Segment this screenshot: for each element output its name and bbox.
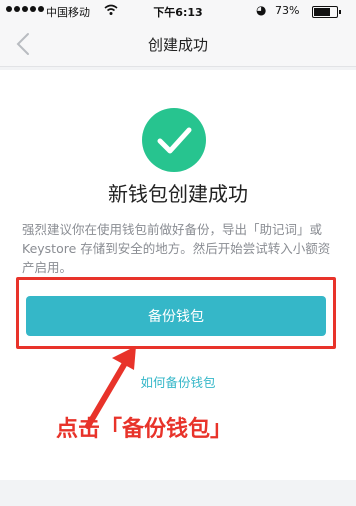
rotation-lock-icon: ◕ (256, 3, 267, 17)
battery-percentage: 73% (275, 4, 300, 17)
backup-advice-text: 强烈建议你在使用钱包前做好备份，导出「助记词」或 Keystore 存储到安全的… (22, 222, 331, 275)
annotation-text: 点击「备份钱包」 (56, 417, 233, 442)
navigation-bar: 创建成功 (0, 22, 356, 67)
success-headline: 新钱包创建成功 (108, 182, 248, 206)
backup-wallet-button[interactable]: 备份钱包 (26, 296, 326, 336)
status-bar: 中国移动 下午6:13 ◕ 73% (0, 0, 356, 22)
how-to-backup-link[interactable]: 如何备份钱包 (0, 372, 356, 391)
page-title: 创建成功 (147, 36, 208, 54)
success-card: 新钱包创建成功 强烈建议你在使用钱包前做好备份，导出「助记词」或 Keystor… (0, 70, 356, 480)
battery-icon (312, 6, 341, 18)
success-check-icon (142, 108, 206, 172)
status-time: 下午6:13 (153, 6, 203, 19)
screen: 中国移动 下午6:13 ◕ 73% 创建成功 新钱包创建成功 强烈建议你在使用钱… (0, 0, 356, 506)
